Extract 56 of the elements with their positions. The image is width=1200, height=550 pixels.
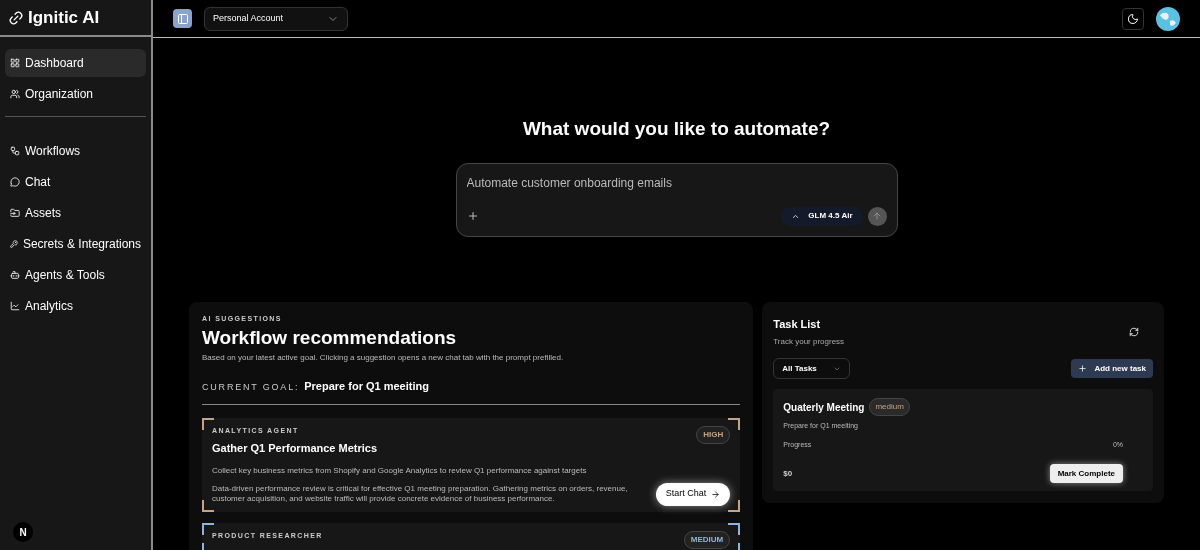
model-selector[interactable]: GLM 4.5 Air (781, 206, 863, 226)
plus-icon[interactable] (466, 210, 479, 222)
user-badge[interactable]: N (13, 522, 33, 542)
sidebar-item[interactable]: Organization (5, 80, 146, 108)
panel-title: Task List (773, 316, 822, 332)
section-subtitle: Based on your latest active goal. Clicking a suggestion opens a new chat tab with the prompt prefilled. (202, 352, 565, 364)
sidebar-item[interactable]: Chat (5, 168, 146, 196)
corner-bracket (728, 417, 741, 430)
arrow-up-icon (872, 211, 882, 221)
brand-name: Ignitic AI (28, 6, 100, 29)
add-task-button[interactable]: Add new task (1071, 359, 1153, 378)
sidebar-item[interactable]: Analytics (5, 292, 146, 320)
folder-icon (10, 208, 20, 218)
start-chat-button[interactable]: Start Chat (655, 482, 731, 506)
theme-toggle-button[interactable] (1122, 7, 1144, 30)
key-icon (10, 239, 18, 249)
sidebar-item[interactable]: Secrets & Integrations (5, 230, 146, 258)
task-filter-dropdown[interactable]: All Tasks (773, 358, 851, 379)
corner-bracket (202, 499, 214, 512)
avatar-globe-icon[interactable] (1156, 6, 1180, 31)
chat-bubble-icon (10, 177, 20, 187)
task-amount: $0 (783, 467, 793, 480)
workflow-icon (10, 146, 20, 156)
panel-subtitle: Track your progress (773, 336, 845, 348)
suggestion-reason: Data-driven performance review is critical for effective Q1 meeting preparation. Gathering metrics on orders, revenue, customer acquisition, and website traffic will provide concrete evidence of business performance. (212, 484, 629, 504)
users-icon (10, 89, 20, 99)
prompt-input[interactable]: Automate customer onboarding emails (466, 173, 887, 192)
sidebar-item[interactable]: Dashboard (5, 49, 146, 77)
sidebar-item[interactable]: Assets (5, 199, 146, 227)
arrow-right-icon (711, 489, 721, 499)
plus-icon (1078, 364, 1088, 373)
mark-complete-button[interactable]: Mark Complete (1049, 464, 1123, 483)
robot-icon (10, 270, 20, 280)
goal-label: CURRENT GOAL: (202, 381, 300, 394)
send-button[interactable] (867, 206, 887, 226)
suggestion-card[interactable] (202, 417, 741, 512)
suggestion-summary: Collect key business metrics from Shopify and Google Analytics to review Q1 performance against targets (212, 464, 588, 477)
panel-icon (176, 12, 189, 25)
chart-icon (10, 301, 20, 311)
priority-tag: MEDIUM (683, 530, 731, 549)
priority-tag: HIGH (696, 425, 731, 444)
section-title: Workflow recommendations (202, 326, 458, 350)
task-title: Quaterly Meeting (783, 400, 865, 415)
grid-icon (10, 58, 20, 68)
priority-tag: medium (869, 398, 910, 416)
prompt-box[interactable]: Automate customer onboarding emails GLM 4.5 Air (455, 162, 898, 237)
goal-text: Prepare for Q1 meeiting (304, 379, 429, 394)
moon-icon (1127, 12, 1139, 25)
account-dropdown[interactable]: Personal Account (204, 6, 348, 31)
sidebar-item[interactable]: Agents & Tools (5, 261, 146, 289)
sidebar-toggle-button[interactable] (173, 9, 192, 28)
corner-bracket (728, 522, 741, 535)
refresh-icon[interactable] (1129, 326, 1139, 337)
prompt-heading: What would you like to automate? (521, 117, 832, 141)
suggestion-title: Gather Q1 Performance Metrics (212, 441, 378, 456)
sidebar-item[interactable]: Workflows (5, 137, 146, 165)
